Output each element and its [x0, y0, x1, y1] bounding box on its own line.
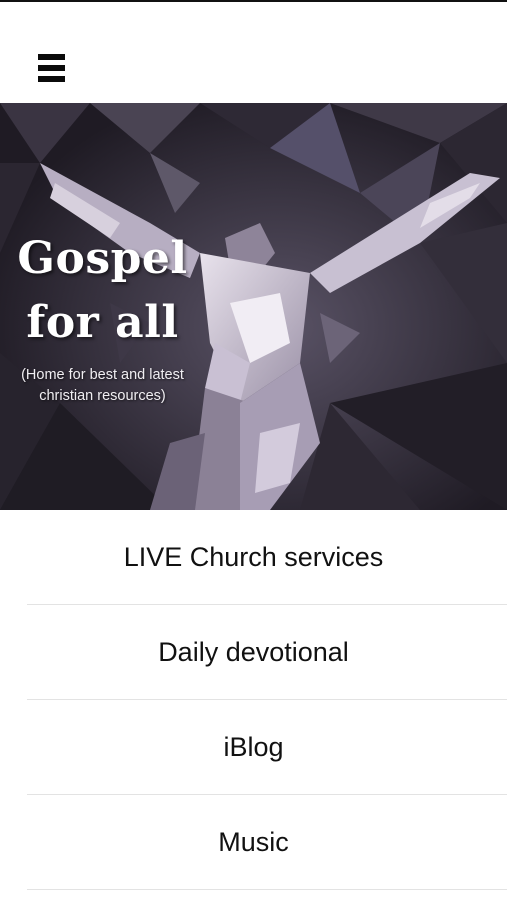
hero-tagline-line2: christian resources)	[39, 388, 166, 404]
hero-title-line2: for all	[26, 297, 179, 348]
menu-item-iblog[interactable]: iBlog	[0, 700, 507, 795]
menu-item-label: iBlog	[223, 732, 284, 762]
hamburger-bar	[38, 54, 65, 60]
menu-item-daily-devotional[interactable]: Daily devotional	[0, 605, 507, 700]
menu-item-label: Music	[218, 827, 289, 857]
main-menu: LIVE Church services Daily devotional iB…	[0, 510, 507, 890]
hero-tagline-line1: (Home for best and latest	[21, 367, 184, 383]
hero-tagline: (Home for best and latest christian reso…	[0, 365, 205, 407]
hamburger-bar	[38, 65, 65, 71]
menu-item-live-church-services[interactable]: LIVE Church services	[0, 510, 507, 605]
app-header	[0, 2, 507, 103]
brand-block: Gospel for all (Home for best and latest…	[0, 227, 205, 407]
hero-banner: Gospel for all (Home for best and latest…	[0, 103, 507, 510]
menu-item-music[interactable]: Music	[0, 795, 507, 890]
menu-item-label: LIVE Church services	[123, 542, 384, 572]
hamburger-icon[interactable]	[38, 54, 65, 82]
menu-item-label: Daily devotional	[158, 637, 349, 667]
hamburger-bar	[38, 76, 65, 82]
hero-title: Gospel for all	[0, 227, 205, 355]
hero-title-line1: Gospel	[17, 233, 188, 284]
